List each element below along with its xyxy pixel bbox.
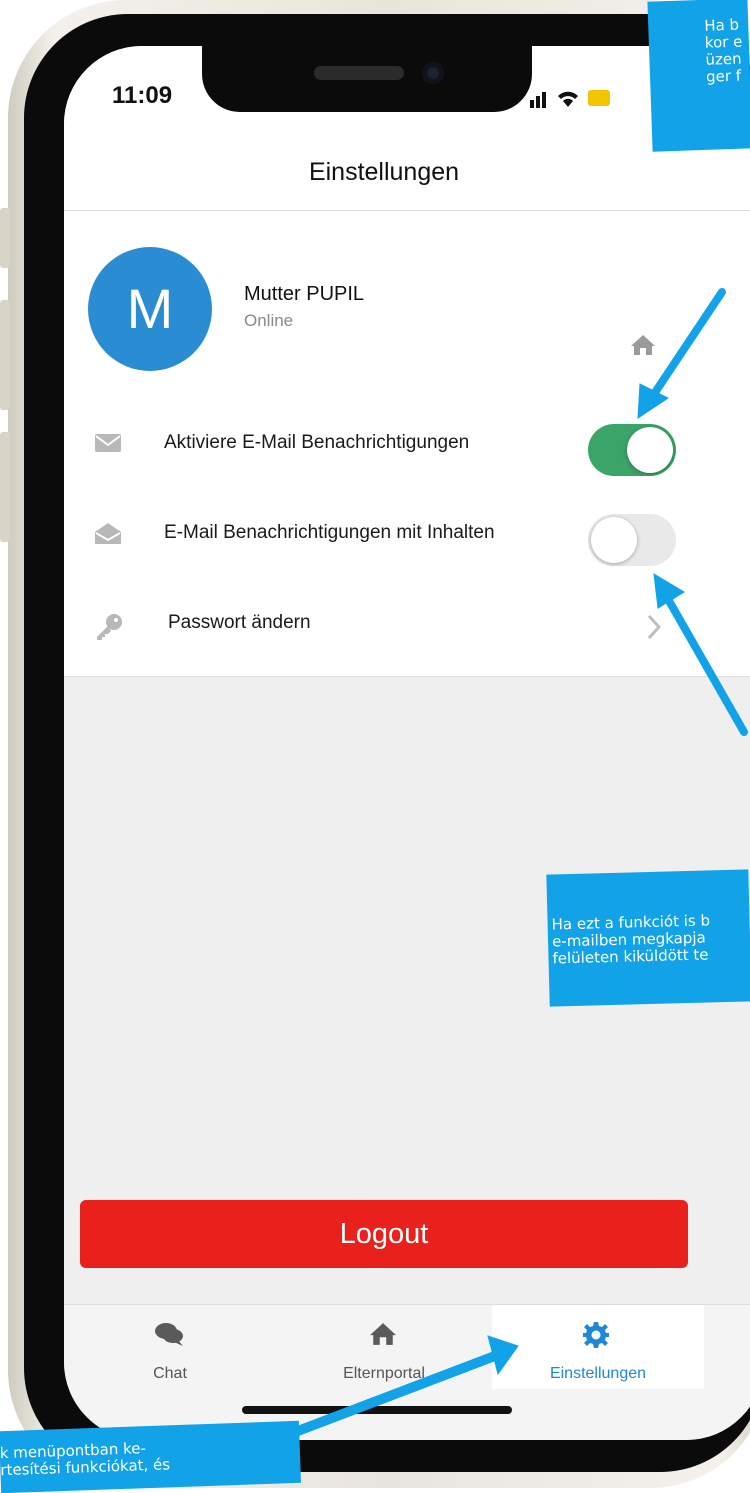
arrow-to-content-toggle — [660, 588, 748, 736]
arrow-to-email-toggle — [646, 288, 726, 404]
arrow-head — [487, 1335, 519, 1376]
annotation-arrows — [285, 288, 748, 1439]
arrow-to-settings-tab — [285, 1349, 505, 1439]
